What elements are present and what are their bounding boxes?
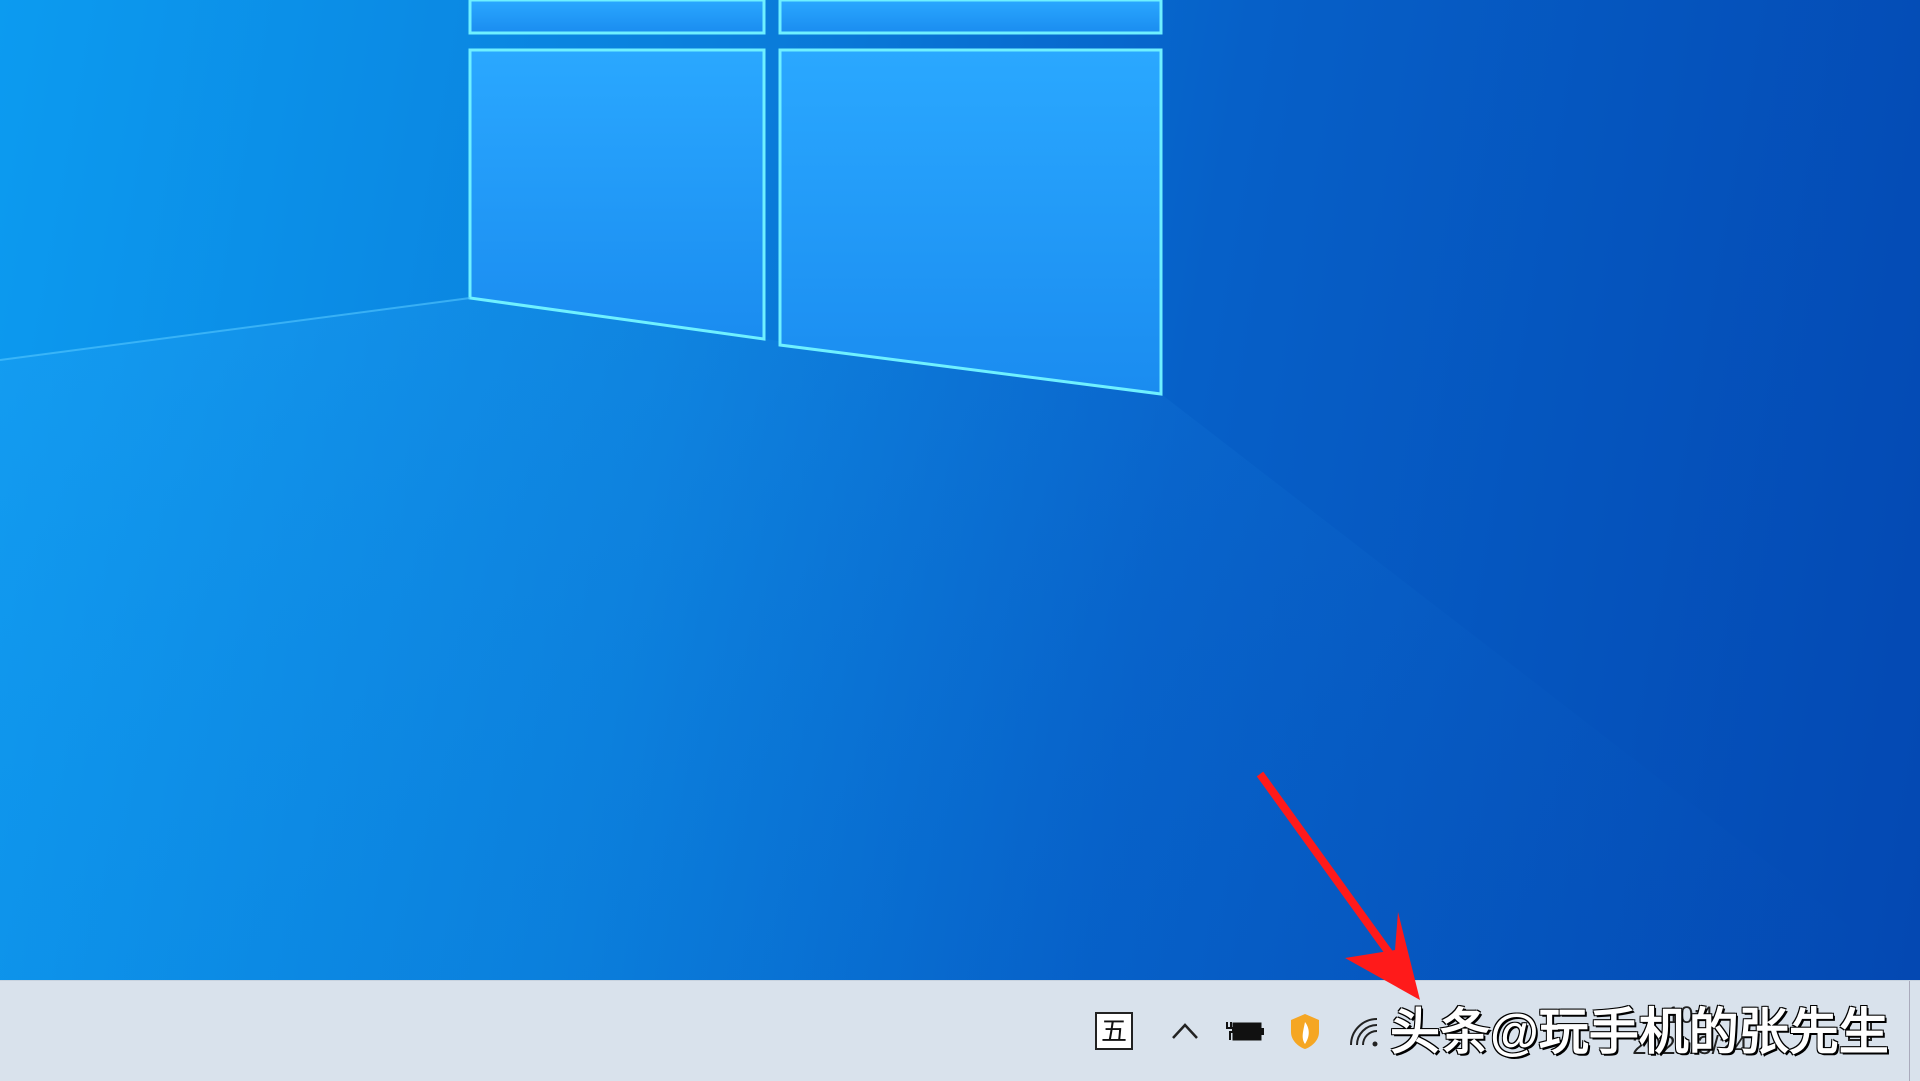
security-button[interactable]	[1282, 981, 1328, 1081]
show-desktop-button[interactable]	[1909, 981, 1920, 1081]
power-battery-icon	[1226, 1022, 1264, 1041]
windows-logo	[0, 0, 1920, 980]
chevron-up-icon	[1172, 1023, 1198, 1039]
network-button[interactable]	[1342, 981, 1388, 1081]
ime-indicator[interactable]: 五	[1092, 981, 1136, 1081]
wifi-icon	[1350, 1018, 1378, 1047]
desktop-wallpaper	[0, 0, 1920, 980]
watermark: 头条@玩手机的张先生	[1390, 1004, 1889, 1060]
ime-label: 五	[1094, 1012, 1133, 1050]
security-shield-icon	[1291, 1014, 1319, 1049]
power-button[interactable]	[1222, 981, 1268, 1081]
show-hidden-icons-button[interactable]	[1162, 981, 1208, 1081]
